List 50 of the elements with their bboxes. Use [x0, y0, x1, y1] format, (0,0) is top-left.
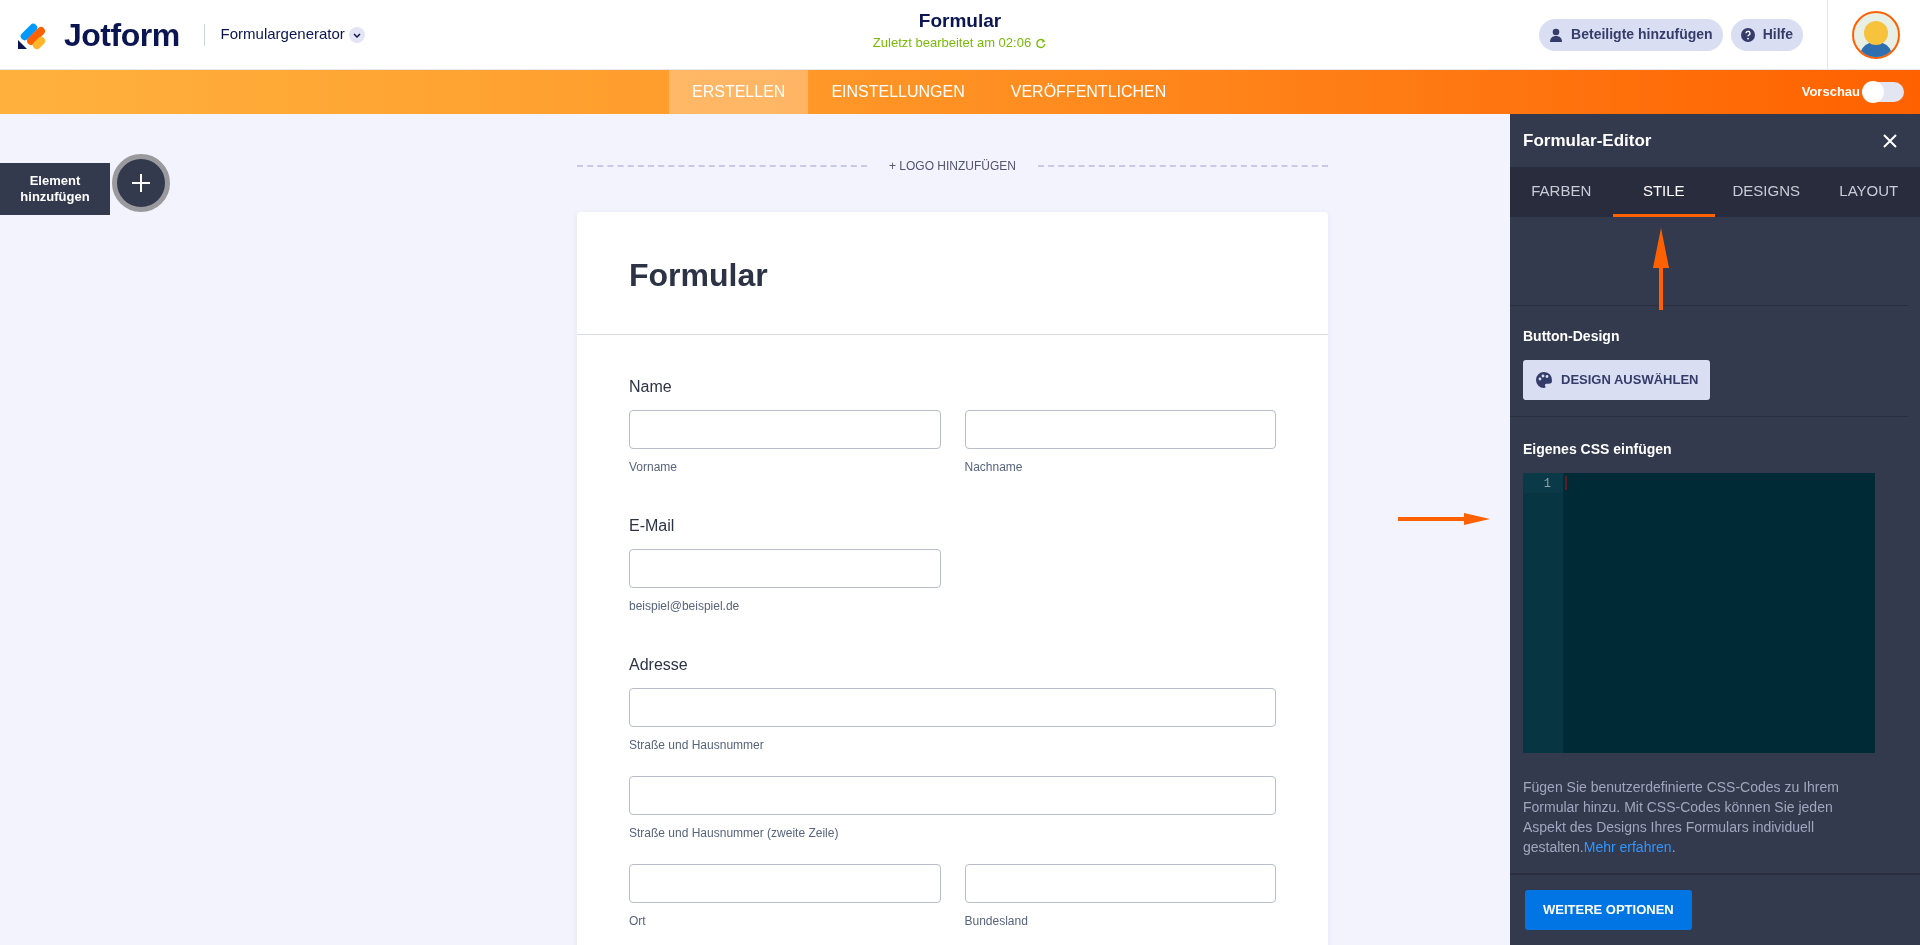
- panel-tab[interactable]: DESIGNS: [1715, 167, 1818, 218]
- avatar[interactable]: [1852, 10, 1900, 59]
- text-field[interactable]: [629, 549, 941, 589]
- form-title: Formular: [917, 10, 1003, 33]
- plus-icon: [131, 173, 151, 193]
- add-collaborators-button[interactable]: Beteiligte hinzufügen: [1539, 18, 1723, 51]
- code-editor[interactable]: 1: [1523, 473, 1875, 753]
- help-icon: [1740, 27, 1755, 42]
- field-hint: Straße und Hausnummer: [629, 737, 765, 755]
- text-field[interactable]: [629, 776, 1276, 816]
- choose-design-button[interactable]: DESIGN AUSWÄHLEN: [1523, 360, 1711, 400]
- panel-tab[interactable]: LAYOUT: [1817, 167, 1920, 218]
- form-heading: Formular: [577, 212, 1328, 336]
- text-field[interactable]: [629, 688, 1276, 728]
- preview-toggle[interactable]: [1864, 82, 1904, 102]
- field-hint: beispiel@beispiel.de: [629, 598, 741, 616]
- preview-label: Vorschau: [1801, 83, 1860, 102]
- field-hint: Straße und Hausnummer (zweite Zeile): [629, 825, 840, 843]
- help-text: Fügen Sie benutzerdefinierte CSS-Codes zu Ihrem Formular hinzu. Mit CSS-Codes können Sie jeden Aspekt des Designs Ihres Formulars individuell gestalten.Mehr erfahren.: [1523, 778, 1840, 857]
- line-number: 1: [1523, 473, 1563, 493]
- add-logo-link[interactable]: + LOGO HINZUFÜGEN: [883, 156, 1022, 176]
- close-icon[interactable]: [1882, 132, 1898, 149]
- section-title: Button-Design: [1523, 327, 1621, 346]
- text-field[interactable]: [964, 410, 1276, 450]
- panel-tab[interactable]: FARBEN: [1510, 167, 1613, 218]
- help-button[interactable]: Hilfe: [1730, 18, 1803, 51]
- app-menu[interactable]: Formulargenerator: [220, 23, 365, 46]
- refresh-icon[interactable]: [1035, 36, 1048, 49]
- palette-icon: [1535, 371, 1553, 389]
- add-button[interactable]: [112, 154, 170, 212]
- section-title: Eigenes CSS einfügen: [1523, 440, 1673, 459]
- brand-logo[interactable]: Jotform: [64, 10, 180, 59]
- field-hint: Bundesland: [964, 913, 1029, 931]
- text-field[interactable]: [964, 864, 1276, 904]
- text-field[interactable]: [629, 410, 941, 450]
- add-element-button[interactable]: Element hinzufügen: [0, 163, 110, 215]
- field-label: Adresse: [629, 655, 689, 676]
- panel-tab[interactable]: STILE: [1612, 167, 1715, 218]
- panel-title: Formular-Editor: [1523, 129, 1652, 152]
- field-label: Name: [629, 377, 673, 398]
- field-hint: Nachname: [964, 459, 1024, 477]
- text-field[interactable]: [629, 864, 941, 904]
- field-hint: Ort: [629, 913, 647, 931]
- more-options-button[interactable]: WEITERE OPTIONEN: [1525, 890, 1692, 930]
- learn-more-link[interactable]: Mehr erfahren: [1583, 839, 1672, 855]
- field-hint: Vorname: [629, 459, 679, 477]
- last-edited-text: Zuletzt bearbeitet am 02:06: [872, 33, 1032, 52]
- person-icon: [1549, 27, 1564, 42]
- field-label: E-Mail: [629, 516, 676, 537]
- chevron-down-icon: [348, 26, 365, 43]
